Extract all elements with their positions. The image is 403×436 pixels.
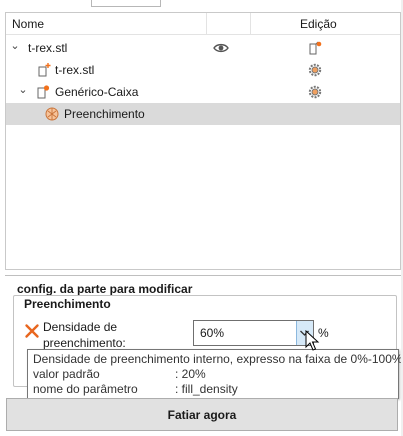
- gear-icon[interactable]: [307, 84, 323, 100]
- remove-setting-icon[interactable]: [24, 323, 40, 339]
- eye-icon[interactable]: [213, 40, 229, 56]
- group-title: Preenchimento: [22, 297, 113, 311]
- chevron-down-icon[interactable]: ⌄: [8, 39, 22, 53]
- infill-settings-icon: [45, 107, 59, 121]
- tooltip-param-name-value: : fill_density: [175, 382, 238, 396]
- section-title: config. da parte para modificar: [17, 282, 193, 296]
- tree-row-label: Genérico-Caixa: [55, 85, 139, 99]
- fill-density-combo[interactable]: 60%: [193, 320, 314, 346]
- tree-row-part[interactable]: t-rex.stl: [6, 59, 400, 81]
- column-separator[interactable]: [250, 13, 251, 34]
- add-part-icon[interactable]: [307, 40, 323, 56]
- tree-row-object[interactable]: ⌄ t-rex.stl: [6, 37, 400, 59]
- fill-density-value[interactable]: 60%: [200, 326, 224, 340]
- fill-density-label: Densidade de preenchimento:: [43, 319, 126, 351]
- column-header-edit[interactable]: Edição: [300, 17, 337, 31]
- column-separator[interactable]: [206, 13, 207, 34]
- tree-row-label: Preenchimento: [64, 107, 145, 121]
- modifier-box-icon: [37, 85, 50, 99]
- tooltip-description: Densidade de preenchimento interno, expr…: [33, 352, 403, 366]
- gear-icon[interactable]: [307, 62, 323, 78]
- label-line: Densidade de: [43, 320, 118, 334]
- slice-now-button[interactable]: Fatiar agora: [6, 398, 398, 431]
- column-header-name[interactable]: Nome: [12, 17, 44, 31]
- top-toolbar-stub: [91, 0, 161, 7]
- parameter-tooltip: Densidade de preenchimento interno, expr…: [27, 349, 403, 399]
- tree-row-label: t-rex.stl: [28, 41, 68, 55]
- tooltip-param-name-label: nome do parâmetro: [33, 382, 138, 396]
- tree-row-settings[interactable]: Preenchimento: [6, 103, 400, 125]
- tree-row-label: t-rex.stl: [55, 63, 95, 77]
- chevron-down-icon[interactable]: ⌄: [16, 83, 30, 97]
- tree-row-modifier[interactable]: ⌄ Genérico-Caixa: [6, 81, 400, 103]
- tree-header: Nome Edição: [6, 13, 400, 35]
- tooltip-default-label: valor padrão: [33, 367, 100, 381]
- object-tree[interactable]: Nome Edição ⌄ t-rex.stl t-rex.stl ⌄ Gené…: [5, 12, 401, 270]
- mouse-cursor-icon: [305, 330, 320, 351]
- divider: [5, 275, 401, 276]
- part-add-icon: [38, 63, 51, 77]
- tooltip-default-value: : 20%: [175, 367, 206, 381]
